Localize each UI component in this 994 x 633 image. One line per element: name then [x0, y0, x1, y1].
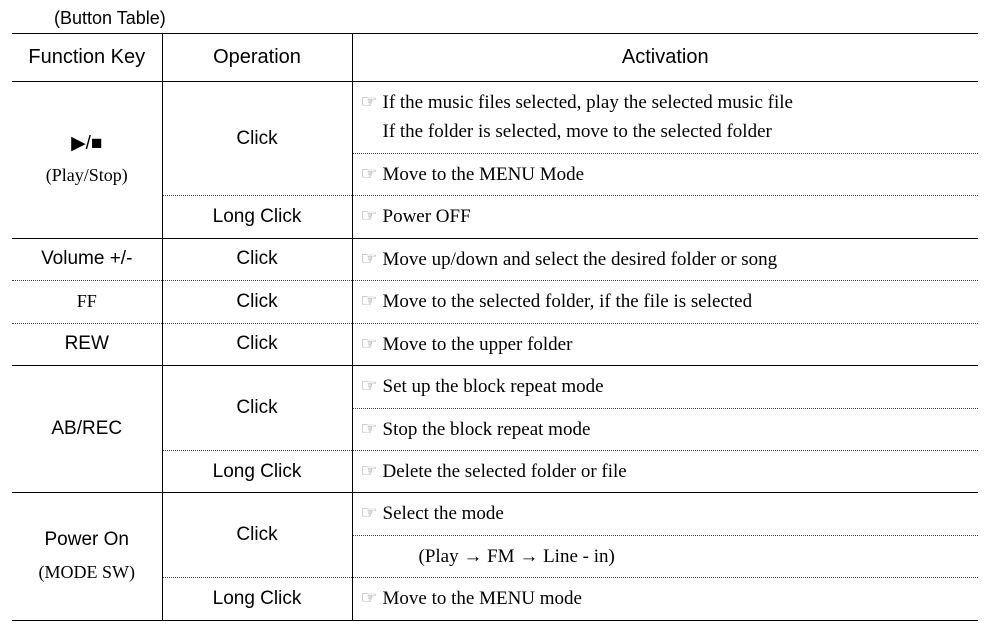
op-play-click: Click — [162, 82, 352, 196]
act-abrec-1: ☞Set up the block repeat mode — [352, 366, 978, 408]
act-power-1: ☞Select the mode — [352, 493, 978, 535]
func-play-stop: ▶/■ (Play/Stop) — [12, 82, 162, 239]
act-power-longclick: ☞Move to the MENU mode — [352, 578, 978, 620]
func-play-stop-line2: (Play/Stop) — [46, 165, 128, 185]
pointer-icon: ☞ — [361, 415, 383, 444]
op-volume-click: Click — [162, 238, 352, 280]
act-rew: ☞Move to the upper folder — [352, 323, 978, 365]
act-text: Delete the selected folder or file — [383, 461, 627, 482]
pointer-icon: ☞ — [361, 245, 383, 274]
table-row: FF Click ☞Move to the selected folder, i… — [12, 281, 978, 323]
act-text: Set up the block repeat mode — [383, 376, 604, 397]
table-row: Volume +/- Click ☞Move up/down and selec… — [12, 238, 978, 280]
act-text: Move up/down and select the desired fold… — [383, 249, 778, 270]
func-power: Power On (MODE SW) — [12, 493, 162, 620]
func-volume: Volume +/- — [12, 238, 162, 280]
op-abrec-longclick: Long Click — [162, 450, 352, 492]
act-text: If the folder is selected, move to the s… — [361, 117, 973, 146]
func-power-line1: Power On — [45, 529, 129, 550]
pointer-icon: ☞ — [361, 287, 383, 316]
func-power-line2: (MODE SW) — [39, 562, 136, 582]
button-table: Function Key Operation Activation ▶/■ (P… — [12, 33, 978, 621]
pointer-icon: ☞ — [361, 202, 383, 231]
act-text: Move to the MENU mode — [383, 588, 582, 609]
table-row: REW Click ☞Move to the upper folder — [12, 323, 978, 365]
op-abrec-click: Click — [162, 366, 352, 451]
act-text: Stop the block repeat mode — [383, 419, 591, 440]
header-operation: Operation — [162, 34, 352, 82]
func-rew: REW — [12, 323, 162, 365]
act-text: Select the mode — [383, 503, 504, 524]
act-text: If the music files selected, play the se… — [383, 92, 793, 113]
table-row: AB/REC Click ☞Set up the block repeat mo… — [12, 366, 978, 408]
op-power-click: Click — [162, 493, 352, 578]
pointer-icon: ☞ — [361, 160, 383, 189]
header-activation: Activation — [352, 34, 978, 82]
act-play-longclick: ☞Power OFF — [352, 196, 978, 238]
pointer-icon: ☞ — [361, 457, 383, 486]
op-power-longclick: Long Click — [162, 578, 352, 620]
act-ff: ☞Move to the selected folder, if the fil… — [352, 281, 978, 323]
pointer-icon: ☞ — [361, 88, 383, 117]
act-text: Move to the selected folder, if the file… — [383, 291, 753, 312]
act-play-click-2: ☞Move to the MENU Mode — [352, 153, 978, 195]
func-ff-text: FF — [77, 291, 97, 311]
table-header-row: Function Key Operation Activation — [12, 34, 978, 82]
act-text: Move to the upper folder — [383, 334, 573, 355]
op-ff-click: Click — [162, 281, 352, 323]
op-play-longclick: Long Click — [162, 196, 352, 238]
pointer-icon: ☞ — [361, 330, 383, 359]
func-ff: FF — [12, 281, 162, 323]
pointer-icon: ☞ — [361, 372, 383, 401]
act-abrec-2: ☞Stop the block repeat mode — [352, 408, 978, 450]
act-volume: ☞Move up/down and select the desired fol… — [352, 238, 978, 280]
func-abrec: AB/REC — [12, 366, 162, 493]
act-abrec-longclick: ☞Delete the selected folder or file — [352, 450, 978, 492]
act-power-2: (Play → FM → Line - in) — [352, 535, 978, 577]
table-row: Power On (MODE SW) Click ☞Select the mod… — [12, 493, 978, 535]
act-text: (Play → FM → Line - in) — [361, 542, 973, 571]
pointer-icon: ☞ — [361, 499, 383, 528]
act-text: Move to the MENU Mode — [383, 164, 585, 185]
pointer-icon: ☞ — [361, 584, 383, 613]
table-title: (Button Table) — [54, 8, 982, 29]
act-text: Power OFF — [383, 206, 471, 227]
header-function-key: Function Key — [12, 34, 162, 82]
op-rew-click: Click — [162, 323, 352, 365]
func-play-stop-line1: ▶/■ — [71, 133, 102, 154]
act-play-click-1: ☞If the music files selected, play the s… — [352, 82, 978, 154]
